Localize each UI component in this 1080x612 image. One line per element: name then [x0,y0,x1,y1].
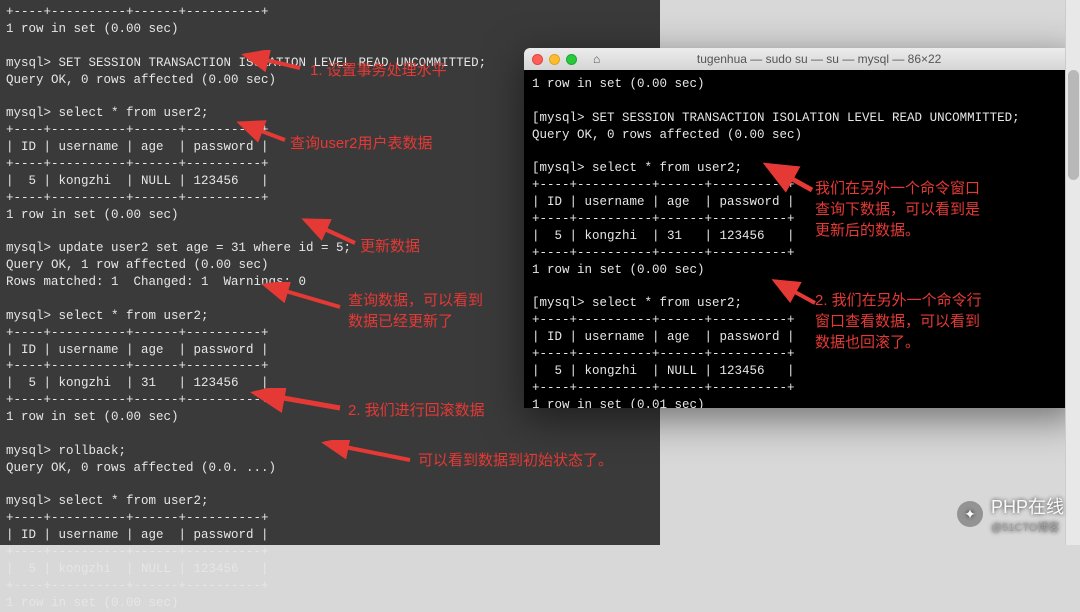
term-line: 1 row in set (0.00 sec) [532,263,705,277]
arrow-icon [260,282,345,317]
term-line: | ID | username | age | password | [6,343,269,357]
annotation-4: 查询数据，可以看到 数据已经更新了 [348,290,483,332]
term-line: +----+----------+------+----------+ [6,393,269,407]
term-line: | ID | username | age | password | [6,140,269,154]
annotation-6: 可以看到数据到初始状态了。 [418,450,613,471]
term-line: +----+----------+------+----------+ [532,313,795,327]
close-icon[interactable] [532,54,543,65]
annotation-2: 查询user2用户表数据 [290,133,433,154]
term-line: Query OK, 1 row affected (0.00 sec) [6,258,269,272]
arrow-icon [300,218,360,248]
annotation-5: 2. 我们进行回滚数据 [348,400,485,421]
right-terminal-window[interactable]: ⌂ tugenhua — sudo su — su — mysql — 86×2… [524,48,1080,408]
term-line: [mysql> select * from user2; [532,161,742,175]
term-line: | 5 | kongzhi | NULL | 123456 | [6,174,269,188]
term-line: +----+----------+------+----------+ [532,212,795,226]
term-line: +----+----------+------+----------+ [532,246,795,260]
minimize-icon[interactable] [549,54,560,65]
annotation-1: 1. 设置事务处理水平 [310,60,447,81]
term-line: 1 row in set (0.00 sec) [6,596,179,610]
term-line: 1 row in set (0.00 sec) [6,22,179,36]
term-line: mysql> select * from user2; [6,494,209,508]
term-line: mysql> select * from user2; [6,106,209,120]
watermark-main: PHP在线 [991,493,1064,519]
term-line: Query OK, 0 rows affected (0.00 sec) [6,73,276,87]
term-line: | 5 | kongzhi | NULL | 123456 | [532,364,795,378]
term-line: +----+----------+------+----------+ [532,347,795,361]
term-line: | ID | username | age | password | [532,330,795,344]
watermark: ✦ PHP在线 @51CTO博客 [957,493,1064,535]
term-line: 1 row in set (0.00 sec) [6,410,179,424]
scrollbar[interactable] [1065,0,1080,545]
arrow-icon [250,388,345,418]
annotation-b1: 我们在另外一个命令窗口 查询下数据，可以看到是 更新后的数据。 [815,178,980,241]
term-line: mysql> select * from user2; [6,309,209,323]
term-line: [mysql> select * from user2; [532,296,742,310]
arrow-icon [235,120,290,150]
term-line: +----+----------+------+----------+ [6,191,269,205]
term-line: | ID | username | age | password | [6,528,269,542]
scrollbar-thumb[interactable] [1068,70,1079,180]
term-line: | ID | username | age | password | [532,195,795,209]
term-line: +----+----------+------+----------+ [6,579,269,593]
arrow-icon [320,440,415,470]
annotation-b2: 2. 我们在另外一个命令行 窗口查看数据，可以看到 数据也回滚了。 [815,290,982,353]
watermark-sub: @51CTO博客 [991,519,1064,535]
term-line: mysql> rollback; [6,444,126,458]
wechat-icon: ✦ [957,501,983,527]
term-line: +----+----------+------+----------+ [6,359,269,373]
term-line: | 5 | kongzhi | NULL | 123456 | [6,562,269,576]
term-line: [mysql> SET SESSION TRANSACTION ISOLATIO… [532,111,1020,125]
annotation-3: 更新数据 [360,236,420,257]
arrow-icon [240,50,310,80]
right-terminal[interactable]: 1 row in set (0.00 sec) [mysql> SET SESS… [524,70,1080,408]
term-line: | 5 | kongzhi | 31 | 123456 | [6,376,269,390]
term-line: 1 row in set (0.01 sec) [532,398,705,408]
term-line: +----+----------+------+----------+ [6,5,269,19]
term-line: +----+----------+------+----------+ [6,511,269,525]
term-line: | 5 | kongzhi | 31 | 123456 | [532,229,795,243]
term-line: +----+----------+------+----------+ [532,381,795,395]
arrow-icon [762,162,817,202]
term-line: +----+----------+------+----------+ [6,545,269,559]
arrow-icon [770,278,820,313]
term-line: +----+----------+------+----------+ [6,326,269,340]
term-line: 1 row in set (0.00 sec) [6,208,179,222]
term-line: +----+----------+------+----------+ [6,123,269,137]
term-line: Query OK, 0 rows affected (0.00 sec) [532,128,802,142]
term-line: 1 row in set (0.00 sec) [532,77,705,91]
window-title: tugenhua — sudo su — su — mysql — 86×22 [566,52,1072,66]
term-line: +----+----------+------+----------+ [6,157,269,171]
term-line: Query OK, 0 rows affected (0.0. ...) [6,461,276,475]
titlebar[interactable]: ⌂ tugenhua — sudo su — su — mysql — 86×2… [524,48,1080,70]
term-line: +----+----------+------+----------+ [532,178,795,192]
